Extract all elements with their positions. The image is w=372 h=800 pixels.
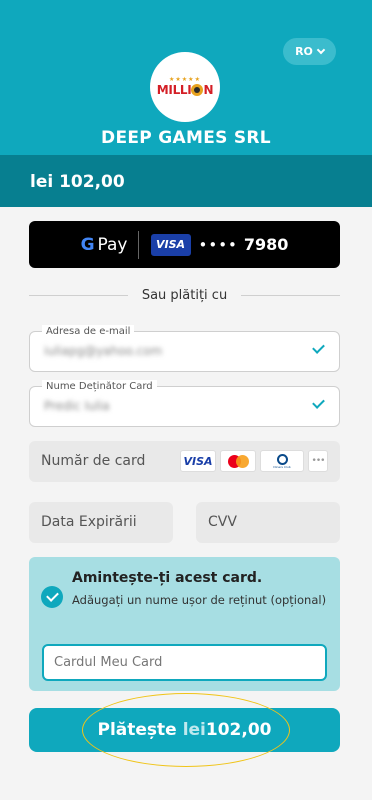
expiry-placeholder: Data Expirării [41,514,137,530]
remember-card-title: Amintește-ți acest card. [72,570,263,586]
cardholder-label: Nume Deținător Card [42,380,157,393]
email-field[interactable]: Adresa de e-mail iuliapg@yahoo.com [29,325,340,372]
language-label: RO [295,45,313,58]
pay-button-amount: 102,00 [205,720,272,740]
logo-wordmark: MILLI N [156,83,214,97]
mastercard-icon [220,450,256,472]
logo-ball-icon [191,84,204,96]
check-icon [312,341,325,354]
cardholder-value: Predic Iulia [44,399,110,413]
or-divider: Sau plătiți cu [29,283,341,307]
cardholder-field[interactable]: Nume Deținător Card Predic Iulia [29,380,340,427]
pay-button-currency: lei [182,720,206,740]
visa-icon: VISA [180,450,216,472]
card-number-input[interactable]: Număr de card VISA Diners Club ••• [29,441,340,482]
remember-card-checkbox[interactable] [41,586,63,608]
card-last4: 7980 [243,235,289,254]
divider-line-left [29,294,128,296]
amount-bar: lei 102,00 [0,155,372,207]
merchant-name: DEEP GAMES SRL [101,128,271,148]
chevron-down-icon [316,45,326,54]
gpay-separator [137,230,139,259]
order-amount: lei 102,00 [30,172,125,192]
language-selector[interactable]: RO [283,38,336,65]
merchant-logo: ★★★★★ MILLI N [150,52,220,122]
diners-club-icon: Diners Club [260,450,304,472]
check-icon [312,396,325,409]
visa-card-icon: VISA [150,233,191,256]
cvv-input[interactable]: CVV [196,502,340,543]
more-cards-icon: ••• [308,450,328,472]
remember-card-panel: Amintește-ți acest card. Adăugați un num… [29,557,340,691]
google-pay-button[interactable]: G Pay VISA •••• 7980 [29,221,340,268]
remember-card-subtitle: Adăugați un nume ușor de reținut (opțion… [72,593,327,607]
divider-line-right [241,294,341,296]
expiry-input[interactable]: Data Expirării [29,502,173,543]
divider-text: Sau plătiți cu [141,287,228,303]
card-nickname-value: Cardul Meu Card [54,655,163,670]
masked-card-dots: •••• [198,235,238,254]
email-value: iuliapg@yahoo.com [44,344,163,358]
accepted-cards: VISA Diners Club ••• [180,450,328,472]
cvv-placeholder: CVV [208,514,237,530]
header: RO ★★★★★ MILLI N DEEP GAMES SRL [0,0,372,155]
google-g-icon: G [80,234,95,255]
card-number-placeholder: Număr de card [41,453,146,469]
pay-button-verb: Plătește [97,720,177,740]
card-nickname-input[interactable]: Cardul Meu Card [42,644,327,681]
pay-button[interactable]: Plătește lei 102,00 [29,708,340,752]
email-label: Adresa de e-mail [42,325,135,338]
google-pay-label: Pay [97,234,128,255]
